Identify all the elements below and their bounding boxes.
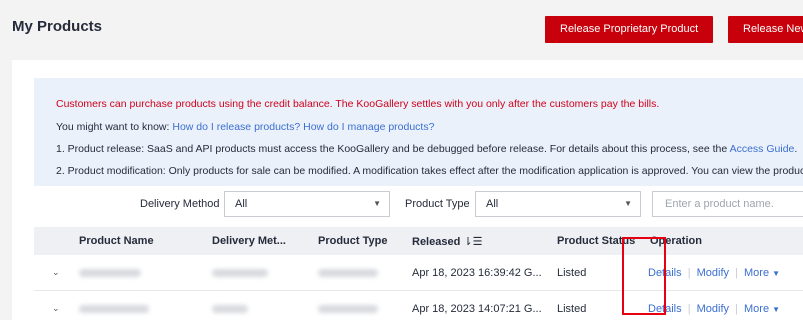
product-type-value: All — [486, 198, 499, 210]
delivery-method-select[interactable]: All ▼ — [224, 191, 390, 217]
col-released[interactable]: Released ⇂☰ — [412, 235, 482, 248]
sort-icon[interactable]: ⇂☰ — [463, 236, 482, 248]
notice-item1: 1. Product release: SaaS and API product… — [56, 143, 798, 155]
col-product-type: Product Type — [318, 235, 388, 247]
notice-item2: 2. Product modification: Only products f… — [56, 165, 803, 177]
notice-box: Customers can purchase products using th… — [34, 78, 803, 186]
notice-warning: Customers can purchase products using th… — [56, 98, 660, 110]
modify-link[interactable]: Modify — [697, 303, 729, 315]
product-type-label: Product Type — [405, 198, 470, 210]
chevron-down-icon: ▼ — [373, 199, 381, 208]
delivery-method-value: All — [235, 198, 248, 210]
notice-know: You might want to know: How do I release… — [56, 121, 434, 133]
product-name-search-input[interactable]: Enter a product name. — [652, 191, 803, 217]
operation-cell: Details | Modify | More ▼ — [648, 267, 781, 279]
released-time: Apr 18, 2023 14:07:21 G... — [412, 303, 542, 315]
redacted-delivery — [212, 305, 248, 313]
redacted-product-name — [79, 305, 149, 313]
notice-know-prefix: You might want to know: — [56, 121, 170, 133]
page-title: My Products — [12, 18, 103, 35]
how-release-link[interactable]: How do I release products? — [172, 121, 300, 133]
status-text: Listed — [557, 303, 587, 315]
table-row: ⌄ Apr 18, 2023 16:39:42 G... Listed Deta… — [34, 255, 803, 291]
expand-chevron-icon[interactable]: ⌄ — [52, 267, 60, 278]
how-manage-link[interactable]: How do I manage products? — [303, 121, 434, 133]
chevron-down-icon: ▼ — [772, 305, 781, 314]
release-proprietary-button[interactable]: Release Proprietary Product — [545, 16, 713, 43]
notice-item1-text: 1. Product release: SaaS and API product… — [56, 143, 728, 155]
col-delivery-method: Delivery Met... — [212, 235, 286, 247]
table-row: ⌄ Apr 18, 2023 14:07:21 G... Listed Deta… — [34, 291, 803, 320]
redacted-type — [318, 305, 378, 313]
products-table: Product Name Delivery Met... Product Typ… — [34, 227, 803, 320]
more-dropdown[interactable]: More ▼ — [744, 267, 780, 279]
redacted-type — [318, 269, 378, 277]
top-bar: My Products Release Proprietary Product … — [0, 0, 803, 50]
chevron-down-icon: ▼ — [624, 199, 632, 208]
status-text: Listed — [557, 267, 587, 279]
access-guide-link[interactable]: Access Guide — [730, 143, 795, 155]
redacted-delivery — [212, 269, 268, 277]
filter-bar: Delivery Method All ▼ Product Type All ▼… — [12, 190, 803, 220]
redacted-product-name — [79, 269, 141, 277]
modify-link[interactable]: Modify — [697, 267, 729, 279]
content-panel: Customers can purchase products using th… — [12, 60, 803, 320]
expand-chevron-icon[interactable]: ⌄ — [52, 303, 60, 314]
released-time: Apr 18, 2023 16:39:42 G... — [412, 267, 542, 279]
more-dropdown[interactable]: More ▼ — [744, 303, 780, 315]
release-new-button[interactable]: Release New — [728, 16, 803, 43]
chevron-down-icon: ▼ — [772, 269, 781, 278]
product-type-select[interactable]: All ▼ — [475, 191, 641, 217]
delivery-method-label: Delivery Method — [140, 198, 220, 210]
details-highlight-box — [622, 237, 666, 315]
col-product-name: Product Name — [79, 235, 154, 247]
table-header: Product Name Delivery Met... Product Typ… — [34, 227, 803, 255]
operation-cell: Details | Modify | More ▼ — [648, 303, 781, 315]
